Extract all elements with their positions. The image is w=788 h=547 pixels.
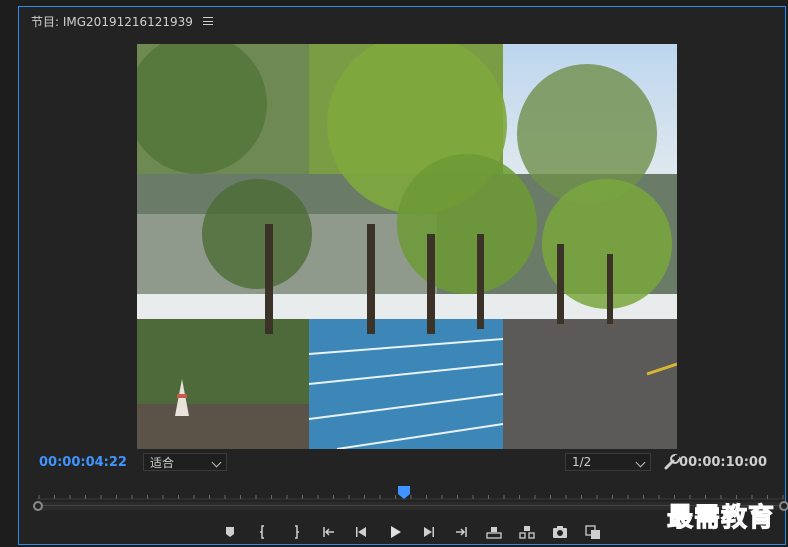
chevron-down-icon	[635, 457, 646, 468]
step-back-icon	[356, 527, 366, 537]
program-monitor-panel: 节目: IMG20191216121939 00:00:04:22 适合 1/2…	[18, 6, 788, 545]
zoom-handle-right[interactable]	[779, 501, 788, 511]
video-frame-image	[137, 44, 677, 449]
zoom-select-value: 适合	[150, 455, 175, 470]
resolution-select-value: 1/2	[572, 455, 592, 469]
camera-icon	[553, 526, 567, 538]
extract-icon	[519, 526, 535, 539]
mark-out-button[interactable]	[285, 522, 307, 542]
comparison-view-button[interactable]	[582, 522, 604, 542]
compare-icon	[585, 525, 600, 539]
mark-in-button[interactable]	[252, 522, 274, 542]
go-to-in-icon	[323, 527, 334, 537]
duration-timecode: 00:00:10:00	[679, 455, 767, 470]
step-back-button[interactable]	[351, 522, 373, 542]
add-marker-button[interactable]	[219, 522, 241, 542]
go-to-out-icon	[456, 527, 467, 537]
play-button[interactable]	[384, 522, 406, 542]
panel-title[interactable]: 节目: IMG20191216121939	[31, 13, 193, 30]
marker-icon	[226, 527, 234, 537]
mark-in-icon	[260, 525, 264, 539]
mark-out-icon	[295, 525, 299, 539]
step-forward-button[interactable]	[417, 522, 439, 542]
export-frame-button[interactable]	[549, 522, 571, 542]
panel-header: 节目: IMG20191216121939	[31, 11, 213, 31]
lift-button[interactable]	[483, 522, 505, 542]
step-forward-icon	[424, 527, 434, 537]
watermark-logo: 最需教育	[666, 503, 776, 534]
resolution-select[interactable]: 1/2	[565, 453, 651, 471]
zoom-select[interactable]: 适合	[143, 453, 227, 471]
play-icon	[391, 526, 401, 538]
current-timecode[interactable]: 00:00:04:22	[39, 455, 127, 470]
go-to-in-button[interactable]	[318, 522, 340, 542]
zoom-handle-left[interactable]	[33, 501, 43, 511]
go-to-out-button[interactable]	[450, 522, 472, 542]
extract-button[interactable]	[516, 522, 538, 542]
video-preview	[137, 44, 677, 449]
chevron-down-icon	[211, 457, 222, 468]
hamburger-menu-icon[interactable]	[202, 17, 213, 25]
lift-icon	[486, 527, 502, 539]
transport-controls	[219, 522, 604, 542]
